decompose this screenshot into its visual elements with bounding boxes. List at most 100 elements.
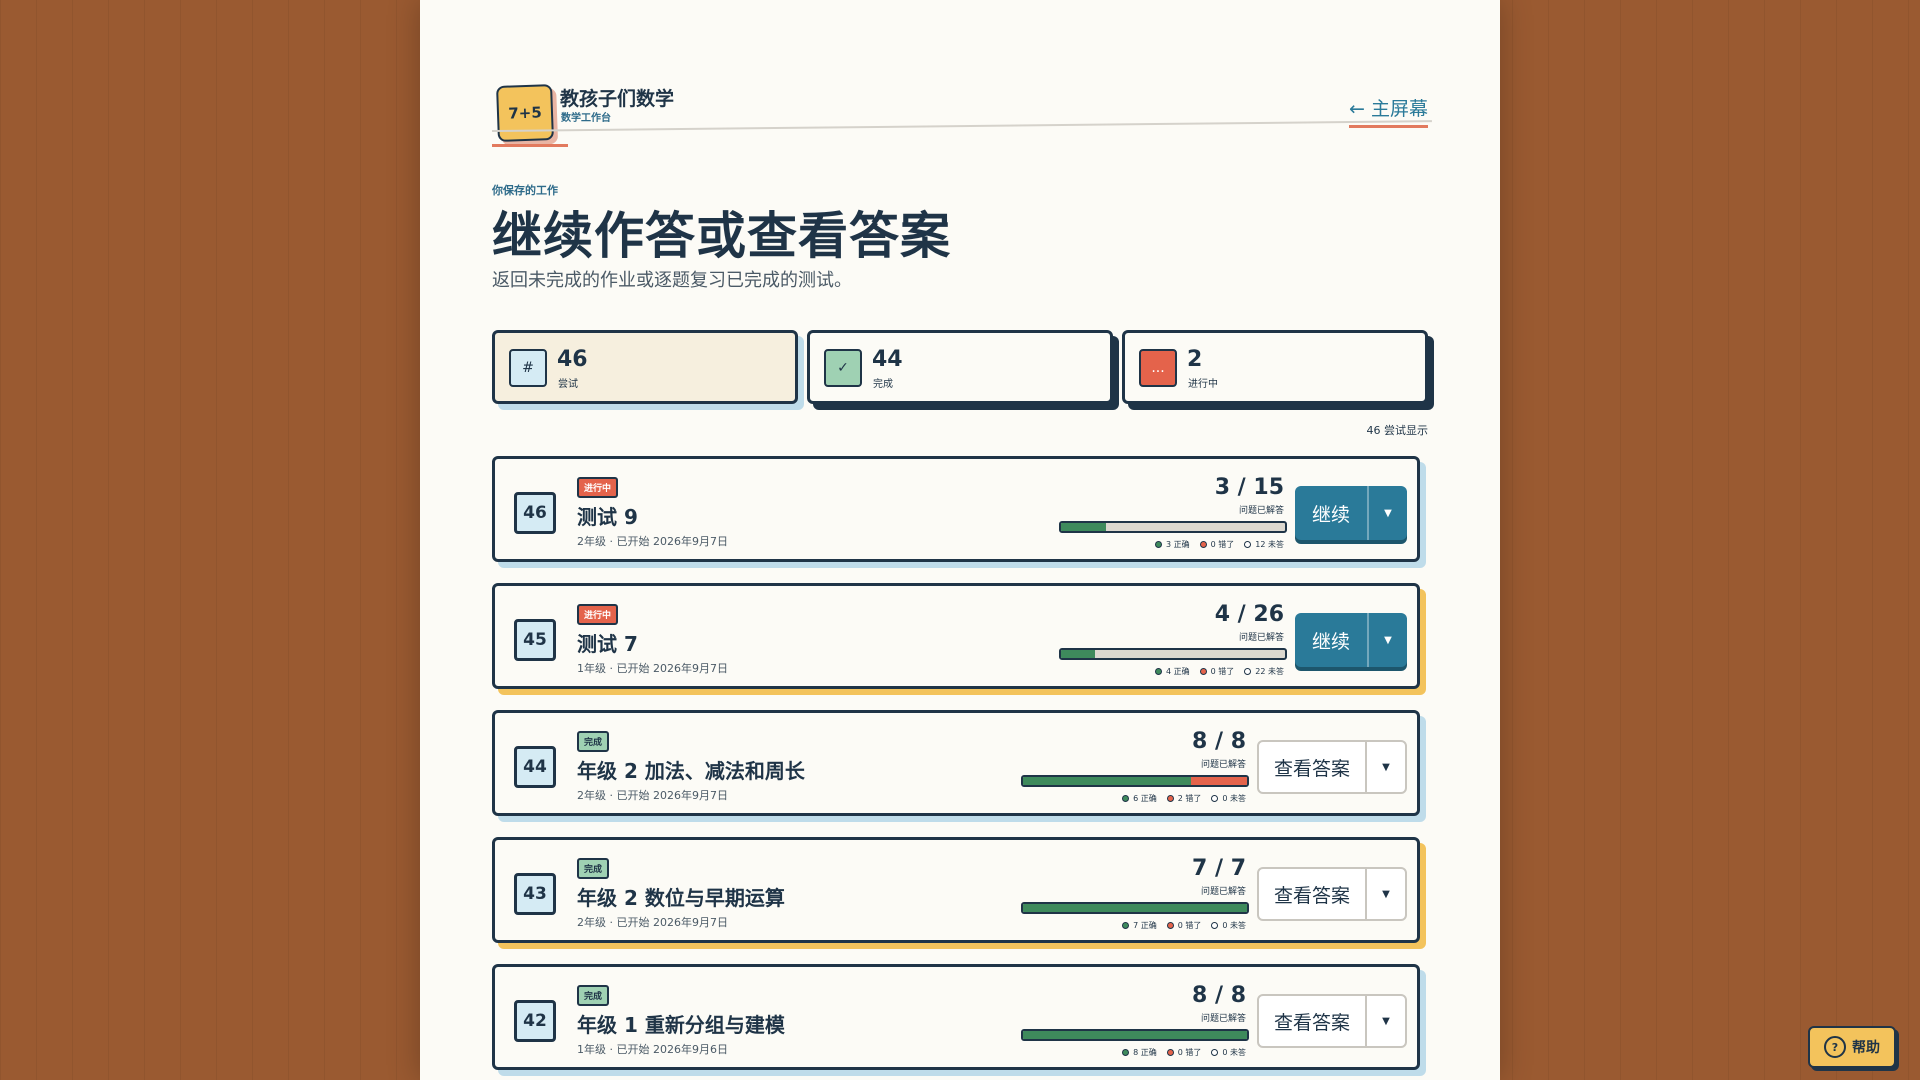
progress-bar: [1059, 521, 1287, 533]
progress-legend: 8 正确 0 错了 0 未答: [1122, 1047, 1246, 1058]
attempt-number: 46: [514, 492, 556, 534]
progress-legend: 3 正确 0 错了 12 未答: [1154, 539, 1284, 550]
legend-correct: 3 正确: [1165, 540, 1190, 549]
progress-bar: [1059, 648, 1287, 660]
stat-filter-in-progress[interactable]: ... 2 进行中: [1122, 330, 1428, 404]
progress-wrong: [1191, 777, 1247, 785]
unanswered-dot-icon: [1211, 1049, 1219, 1056]
unanswered-dot-icon: [1244, 541, 1252, 548]
view-answers-button[interactable]: 查看答案 ▼: [1257, 994, 1407, 1048]
progress-legend: 6 正确 2 错了 0 未答: [1122, 793, 1246, 804]
legend-wrong: 2 错了: [1177, 794, 1202, 803]
legend-unanswered: 0 未答: [1222, 794, 1246, 803]
dropdown-toggle[interactable]: ▼: [1365, 869, 1405, 919]
legend-wrong: 0 错了: [1210, 667, 1235, 676]
progress-correct: [1061, 523, 1106, 531]
view-answers-button[interactable]: 查看答案 ▼: [1257, 740, 1407, 794]
progress-correct: [1023, 777, 1191, 785]
dropdown-toggle[interactable]: ▼: [1367, 486, 1407, 540]
app-logo: 7+5: [496, 84, 554, 142]
view-answers-button[interactable]: 查看答案 ▼: [1257, 867, 1407, 921]
stat-label: 尝试: [558, 379, 578, 390]
chevron-down-icon: ▼: [1384, 634, 1392, 646]
attempt-score: 8 / 8: [1192, 983, 1246, 1008]
attempt-score: 4 / 26: [1214, 602, 1284, 627]
legend-correct: 4 正确: [1165, 667, 1190, 676]
results-count: 46 尝试显示: [1366, 424, 1429, 437]
attempt-meta: 2年级 · 已开始 2026年9月7日: [577, 789, 728, 802]
attempt-number: 43: [514, 873, 556, 915]
header-divider: [491, 120, 1432, 132]
progress-correct: [1023, 904, 1247, 912]
hash-icon: #: [509, 349, 547, 387]
correct-dot-icon: [1154, 541, 1162, 548]
attempt-title: 年级 1 重新分组与建模: [577, 1013, 785, 1037]
button-label: 继续: [1311, 630, 1350, 653]
dropdown-toggle[interactable]: ▼: [1365, 996, 1405, 1046]
unanswered-dot-icon: [1211, 795, 1219, 802]
attempt-meta: 1年级 · 已开始 2026年9月6日: [577, 1043, 728, 1056]
legend-unanswered: 12 未答: [1255, 540, 1284, 549]
answered-label: 问题已解答: [1238, 506, 1284, 516]
attempt-title: 年级 2 数位与早期运算: [577, 886, 785, 910]
page-description: 返回未完成的作业或逐题复习已完成的测试。: [492, 270, 852, 291]
legend-correct: 8 正确: [1133, 1048, 1157, 1057]
progress-legend: 7 正确 0 错了 0 未答: [1122, 920, 1246, 931]
stat-label: 进行中: [1188, 379, 1218, 390]
attempt-card[interactable]: 44 完成 年级 2 加法、减法和周长 2年级 · 已开始 2026年9月7日 …: [492, 710, 1420, 816]
chevron-down-icon: ▼: [1382, 761, 1390, 773]
chevron-down-icon: ▼: [1382, 1015, 1390, 1027]
attempt-meta: 2年级 · 已开始 2026年9月7日: [577, 916, 728, 929]
continue-button[interactable]: 继续 ▼: [1295, 613, 1407, 667]
stat-filter-completed[interactable]: ✓ 44 完成: [807, 330, 1113, 404]
progress-bar: [1021, 1029, 1249, 1041]
attempt-title: 测试 9: [577, 505, 638, 529]
wrong-dot-icon: [1199, 668, 1207, 675]
page-title: 继续作答或查看答案: [492, 207, 951, 265]
answered-label: 问题已解答: [1200, 1014, 1246, 1024]
correct-dot-icon: [1122, 1049, 1130, 1056]
unanswered-dot-icon: [1244, 668, 1252, 675]
stat-value: 46: [557, 347, 588, 372]
app-title: 教孩子们数学: [560, 88, 675, 110]
attempt-title: 测试 7: [577, 632, 638, 656]
attempt-card[interactable]: 45 进行中 测试 7 1年级 · 已开始 2026年9月7日 4 / 26 问…: [492, 583, 1420, 689]
progress-legend: 4 正确 0 错了 22 未答: [1154, 666, 1284, 677]
wrong-dot-icon: [1166, 1049, 1174, 1056]
wrong-dot-icon: [1166, 922, 1174, 929]
status-badge: 完成: [577, 731, 610, 752]
stat-value: 2: [1187, 347, 1203, 372]
correct-dot-icon: [1154, 668, 1162, 675]
attempt-card[interactable]: 46 进行中 测试 9 2年级 · 已开始 2026年9月7日 3 / 15 问…: [492, 456, 1420, 562]
legend-unanswered: 22 未答: [1255, 667, 1284, 676]
dropdown-toggle[interactable]: ▼: [1365, 742, 1405, 792]
correct-dot-icon: [1122, 795, 1130, 802]
dropdown-toggle[interactable]: ▼: [1367, 613, 1407, 667]
status-badge: 进行中: [577, 477, 619, 498]
button-label: 继续: [1311, 503, 1350, 526]
continue-button[interactable]: 继续 ▼: [1295, 486, 1407, 540]
attempt-card[interactable]: 42 完成 年级 1 重新分组与建模 1年级 · 已开始 2026年9月6日 8…: [492, 964, 1420, 1070]
status-badge: 进行中: [577, 604, 619, 625]
header-accent-line: [492, 144, 568, 147]
attempt-card[interactable]: 43 完成 年级 2 数位与早期运算 2年级 · 已开始 2026年9月7日 7…: [492, 837, 1420, 943]
help-button[interactable]: ? 帮助: [1808, 1026, 1896, 1068]
attempt-score: 7 / 7: [1192, 856, 1246, 881]
button-label: 查看答案: [1273, 1011, 1350, 1034]
status-badge: 完成: [577, 985, 610, 1006]
legend-unanswered: 0 未答: [1222, 921, 1246, 930]
stat-filter-attempts[interactable]: # 46 尝试: [492, 330, 798, 404]
help-label: 帮助: [1852, 1040, 1880, 1056]
attempt-number: 45: [514, 619, 556, 661]
attempt-meta: 2年级 · 已开始 2026年9月7日: [577, 535, 728, 548]
attempt-number: 44: [514, 746, 556, 788]
legend-wrong: 0 错了: [1177, 1048, 1202, 1057]
button-label: 查看答案: [1273, 884, 1350, 907]
attempt-meta: 1年级 · 已开始 2026年9月7日: [577, 662, 728, 675]
attempt-score: 3 / 15: [1214, 475, 1284, 500]
progress-bar: [1021, 902, 1249, 914]
attempt-score: 8 / 8: [1192, 729, 1246, 754]
ellipsis-icon: ...: [1139, 349, 1177, 387]
legend-wrong: 0 错了: [1210, 540, 1235, 549]
correct-dot-icon: [1122, 922, 1130, 929]
